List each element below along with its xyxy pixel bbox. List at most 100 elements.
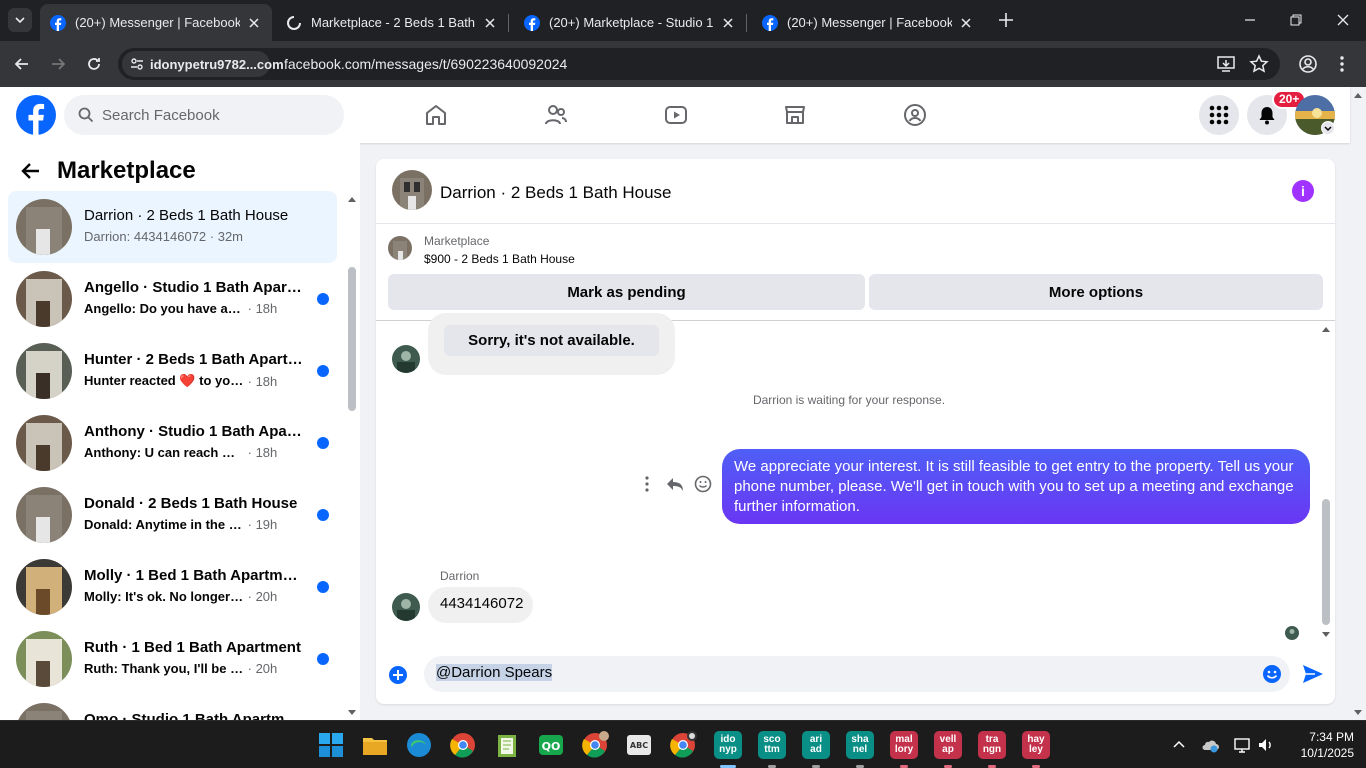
taskbar-app-button[interactable]: ari ad bbox=[802, 731, 830, 759]
message-input[interactable]: @Darrion Spears bbox=[424, 656, 1290, 692]
friends-icon[interactable] bbox=[544, 103, 568, 127]
onedrive-icon[interactable] bbox=[1200, 735, 1220, 755]
info-button[interactable]: i bbox=[1292, 180, 1314, 202]
back-arrow-icon[interactable] bbox=[20, 160, 42, 182]
avatar-photo bbox=[392, 593, 420, 621]
home-icon[interactable] bbox=[424, 103, 448, 127]
taskbar-app-button[interactable]: tra ngn bbox=[978, 731, 1006, 759]
taskbar-app-button[interactable]: sha nel bbox=[846, 731, 874, 759]
chevron-up-icon[interactable] bbox=[1171, 737, 1187, 753]
card-button[interactable]: Sorry, it's not available. bbox=[444, 325, 659, 356]
message-input-value: @Darrion Spears bbox=[436, 664, 553, 681]
listing-thumbnail bbox=[16, 703, 72, 720]
conversation-item[interactable]: Omo · Studio 1 Bath Apartment bbox=[8, 695, 337, 720]
conversation-title: Ruth · 1 Bed 1 Bath Apartment bbox=[84, 639, 301, 656]
more-actions-icon[interactable] bbox=[642, 475, 652, 493]
kebab-menu-icon[interactable] bbox=[1332, 54, 1352, 74]
menu-button[interactable] bbox=[1199, 95, 1239, 135]
taskbar-app-button[interactable]: vell ap bbox=[934, 731, 962, 759]
chrome-icon[interactable] bbox=[447, 729, 479, 761]
conversation-item[interactable]: Hunter · 2 Beds 1 Bath Apartment Hunter r… bbox=[8, 335, 337, 407]
last-message: Hunter reacted ❤️ to your message bbox=[84, 373, 244, 388]
taskbar-app-button[interactable]: sco ttm bbox=[758, 731, 786, 759]
account-caret[interactable] bbox=[1321, 121, 1335, 135]
listing-mini-thumbnail[interactable] bbox=[388, 236, 412, 260]
read-receipt-avatar bbox=[1285, 626, 1299, 640]
facebook-header: Search Facebook 20+ bbox=[0, 87, 1350, 143]
react-emoji-icon[interactable] bbox=[694, 475, 712, 493]
marketplace-icon[interactable] bbox=[783, 103, 807, 127]
browser-tab-2[interactable]: Marketplace - 2 Beds 1 Bath House bbox=[276, 4, 509, 41]
plus-circle-icon[interactable] bbox=[388, 665, 408, 685]
bookmark-star-icon[interactable] bbox=[1249, 54, 1269, 74]
taskbar-app-button[interactable]: mal lory bbox=[890, 731, 918, 759]
profile-icon[interactable] bbox=[1298, 54, 1318, 74]
new-tab-plus-icon[interactable] bbox=[996, 10, 1016, 30]
browser-toolbar: idonypetru9782...com facebook.com/messag… bbox=[0, 41, 1366, 87]
conversation-item[interactable]: Anthony · Studio 1 Bath Apartment Anthony… bbox=[8, 407, 337, 479]
tab-title: (20+) Messenger | Facebook bbox=[787, 15, 952, 30]
minimize-icon[interactable] bbox=[1242, 12, 1258, 28]
reload-icon[interactable] bbox=[84, 54, 104, 74]
close-icon[interactable] bbox=[958, 15, 974, 31]
browser-tab-1[interactable]: (20+) Messenger | Facebook bbox=[40, 4, 272, 41]
site-info-chip[interactable]: idonypetru9782...com bbox=[122, 51, 284, 77]
close-icon[interactable] bbox=[482, 15, 498, 31]
last-message-time: · 32m bbox=[209, 229, 244, 244]
incoming-message[interactable]: 4434146072 bbox=[428, 587, 533, 623]
send-icon[interactable] bbox=[1302, 664, 1324, 684]
house-photo bbox=[392, 170, 432, 210]
conversation-item[interactable]: Molly · 1 Bed 1 Bath Apartment Molly: It'… bbox=[8, 551, 337, 623]
tab-title: (20+) Marketplace - Studio 1 Bath bbox=[549, 15, 714, 30]
conversation-item[interactable]: Ruth · 1 Bed 1 Bath Apartment Ruth: Thank… bbox=[8, 623, 337, 695]
last-message-time: · 18h bbox=[247, 374, 278, 389]
taskbar-app-button[interactable]: ido nyp bbox=[714, 731, 742, 759]
taskbar-app-button[interactable]: hay ley bbox=[1022, 731, 1050, 759]
close-icon[interactable] bbox=[246, 15, 262, 31]
windows-start-icon[interactable] bbox=[315, 729, 347, 761]
sidebar-scrollbar-thumb[interactable] bbox=[348, 267, 356, 411]
forward-arrow-icon[interactable] bbox=[48, 54, 68, 74]
system-clock[interactable]: 7:34 PM 10/1/2025 bbox=[1282, 729, 1354, 761]
mark-as-pending-button[interactable]: Mark as pending bbox=[388, 274, 865, 310]
app-qo-icon[interactable]: QO bbox=[535, 729, 567, 761]
chat-scrollbar-thumb[interactable] bbox=[1322, 499, 1330, 625]
video-icon[interactable] bbox=[664, 103, 688, 127]
conversation-item[interactable]: Angello · Studio 1 Bath Apartment Angello… bbox=[8, 263, 337, 335]
network-icon[interactable] bbox=[1233, 735, 1253, 755]
browser-tab-3[interactable]: (20+) Marketplace - Studio 1 Bath bbox=[514, 4, 747, 41]
file-explorer-icon[interactable] bbox=[359, 729, 391, 761]
emoji-icon[interactable] bbox=[1262, 664, 1282, 684]
conversation-title[interactable]: Darrion · 2 Beds 1 Bath House bbox=[440, 183, 672, 203]
facebook-logo-icon[interactable] bbox=[16, 95, 56, 135]
grid-menu-icon bbox=[1209, 105, 1229, 125]
outgoing-message[interactable]: We appreciate your interest. It is still… bbox=[722, 449, 1310, 524]
more-options-button[interactable]: More options bbox=[869, 274, 1323, 310]
chrome-profile-icon[interactable] bbox=[579, 729, 611, 761]
conversation-item[interactable]: Donald · 2 Beds 1 Bath House Donald: Anyt… bbox=[8, 479, 337, 551]
search-box[interactable]: Search Facebook bbox=[64, 95, 344, 135]
close-icon[interactable] bbox=[720, 15, 736, 31]
install-app-icon[interactable] bbox=[1216, 54, 1236, 74]
notepad-icon[interactable] bbox=[491, 729, 523, 761]
listing-photo bbox=[16, 487, 72, 543]
restore-icon[interactable] bbox=[1288, 12, 1304, 28]
groups-icon[interactable] bbox=[903, 103, 927, 127]
sender-avatar[interactable] bbox=[392, 593, 420, 621]
sender-avatar[interactable] bbox=[392, 345, 420, 373]
reply-icon[interactable] bbox=[666, 475, 684, 493]
back-arrow-icon[interactable] bbox=[12, 54, 32, 74]
conversation-preview: Angello: Do you have a Uno · 18h bbox=[84, 301, 309, 316]
app-abc-icon[interactable]: ABC bbox=[623, 729, 655, 761]
conversation-item[interactable]: Darrion · 2 Beds 1 Bath House Darrion: 44… bbox=[8, 191, 337, 263]
listing-price-title[interactable]: $900 - 2 Beds 1 Bath House bbox=[424, 252, 575, 266]
listing-thumbnail[interactable] bbox=[392, 170, 432, 210]
address-bar[interactable]: idonypetru9782...com facebook.com/messag… bbox=[118, 48, 1280, 80]
window-close-icon[interactable] bbox=[1335, 12, 1351, 28]
tab-search-button[interactable] bbox=[8, 8, 32, 32]
volume-icon[interactable] bbox=[1256, 735, 1276, 755]
page-scrollbar[interactable] bbox=[1352, 87, 1364, 720]
edge-browser-icon[interactable] bbox=[403, 729, 435, 761]
chrome-profile-icon[interactable] bbox=[667, 729, 699, 761]
browser-tab-4[interactable]: (20+) Messenger | Facebook bbox=[752, 4, 984, 41]
